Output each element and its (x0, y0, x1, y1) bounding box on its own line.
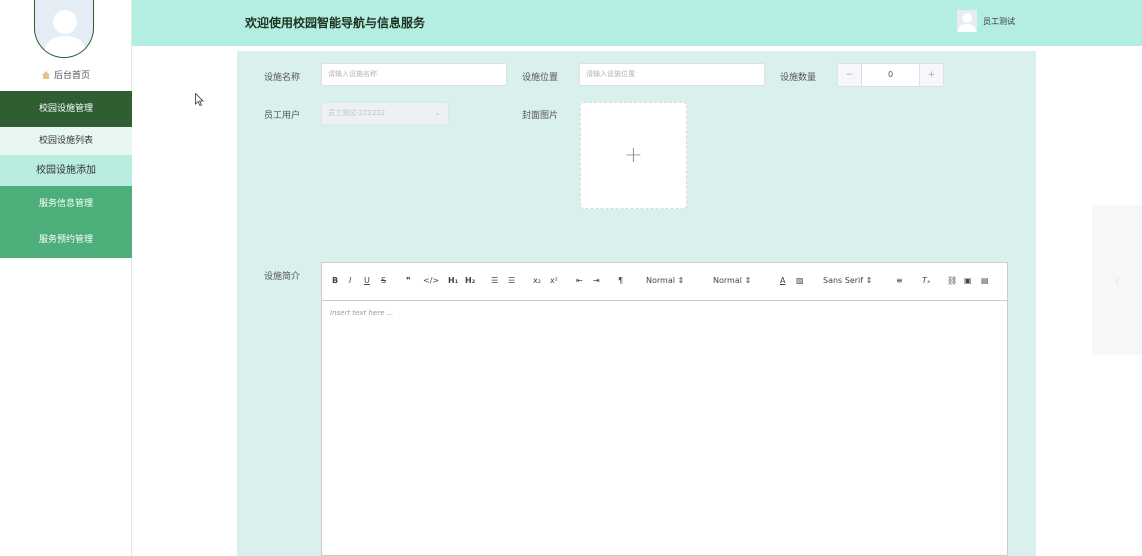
staff-select-value: 员工测试-222222 (328, 109, 386, 117)
header-select-value: Normal (646, 276, 675, 285)
italic-icon[interactable]: I (349, 276, 351, 286)
decrease-button[interactable]: − (838, 64, 862, 86)
home-icon (41, 71, 50, 79)
intro-label: 设施简介 (264, 272, 301, 282)
underline-icon[interactable]: U (364, 276, 370, 286)
bullet-list-icon[interactable]: ☰ (508, 276, 515, 286)
chevron-down-icon: ⌄ (434, 108, 441, 117)
side-drawer-handle[interactable]: ‹ (1092, 205, 1142, 355)
strikethrough-icon[interactable]: S (381, 276, 386, 286)
location-label: 设施位置 (522, 73, 559, 83)
size-select-value: Normal (713, 276, 742, 285)
subscript-icon[interactable]: x₂ (533, 276, 541, 286)
staff-label: 员工用户 (264, 111, 301, 121)
blockquote-icon[interactable]: ❞ (406, 276, 411, 286)
name-input[interactable]: 请输入设施名称 (321, 63, 507, 86)
align-icon[interactable]: ≡ (896, 276, 903, 286)
sidebar-menu: 校园设施管理 校园设施列表 校园设施添加 服务信息管理 服务预约管理 (0, 91, 132, 258)
size-select[interactable]: Normal ⇕ (713, 276, 751, 286)
superscript-icon[interactable]: x² (550, 276, 558, 286)
quantity-value[interactable]: 0 (862, 64, 919, 86)
rich-text-editor[interactable]: B I U S ❞ </> H₁ H₂ ☰ ☰ x₂ x² ⇤ ⇥ ¶ Norm… (321, 262, 1008, 556)
name-label: 设施名称 (264, 73, 301, 83)
user-avatar (957, 10, 977, 32)
editor-placeholder: Insert text here ... (330, 309, 394, 317)
code-block-icon[interactable]: </> (423, 276, 439, 286)
avatar[interactable] (34, 0, 94, 58)
font-select[interactable]: Sans Serif ⇕ (823, 276, 872, 286)
sidebar-item-service-info[interactable]: 服务信息管理 (0, 186, 132, 222)
top-header: 欢迎使用校园智能导航与信息服务 员工测试 (132, 0, 1142, 46)
font-select-value: Sans Serif (823, 276, 864, 285)
home-link[interactable]: 后台首页 (0, 68, 132, 82)
sidebar: 后台首页 校园设施管理 校园设施列表 校园设施添加 服务信息管理 服务预约管理 (0, 0, 132, 556)
heading1-icon[interactable]: H₁ (448, 276, 458, 286)
header-select[interactable]: Normal ⇕ (646, 276, 684, 286)
cover-label: 封面图片 (522, 111, 559, 121)
text-direction-icon[interactable]: ¶ (618, 276, 623, 286)
chevron-left-icon: ‹ (1114, 271, 1121, 290)
bold-icon[interactable]: B (332, 276, 338, 286)
heading2-icon[interactable]: H₂ (465, 276, 475, 286)
quantity-label: 设施数量 (780, 73, 817, 83)
home-link-label: 后台首页 (53, 71, 90, 81)
location-input[interactable]: 请输入设施位置 (579, 63, 765, 86)
image-icon[interactable]: ▣ (964, 276, 972, 286)
font-color-icon[interactable]: A (780, 276, 785, 286)
plus-icon: + (624, 143, 643, 168)
sidebar-item-facility-list[interactable]: 校园设施列表 (0, 127, 132, 156)
clear-format-icon[interactable]: Tₓ (922, 276, 930, 286)
video-icon[interactable]: ▤ (981, 276, 989, 286)
sidebar-item-service-booking[interactable]: 服务预约管理 (0, 222, 132, 258)
increase-button[interactable]: + (919, 64, 943, 86)
sidebar-item-facility-add[interactable]: 校园设施添加 (0, 156, 132, 186)
staff-select: 员工测试-222222 ⌄ (321, 102, 449, 125)
indent-icon[interactable]: ⇥ (593, 276, 600, 286)
editor-toolbar: B I U S ❞ </> H₁ H₂ ☰ ☰ x₂ x² ⇤ ⇥ ¶ Norm… (322, 263, 1007, 301)
sidebar-item-facility-management[interactable]: 校园设施管理 (0, 91, 132, 127)
link-icon[interactable]: ⛓ (947, 276, 957, 286)
cover-uploader[interactable]: + (580, 102, 687, 209)
mouse-cursor-icon (195, 91, 204, 110)
ordered-list-icon[interactable]: ☰ (491, 276, 498, 286)
user-name: 员工测试 (983, 16, 1015, 26)
page-title: 欢迎使用校园智能导航与信息服务 (245, 16, 426, 30)
outdent-icon[interactable]: ⇤ (576, 276, 583, 286)
background-color-icon[interactable]: ▨ (796, 276, 804, 286)
quantity-stepper[interactable]: − 0 + (837, 63, 944, 87)
user-menu[interactable]: 员工测试 (957, 10, 1015, 32)
